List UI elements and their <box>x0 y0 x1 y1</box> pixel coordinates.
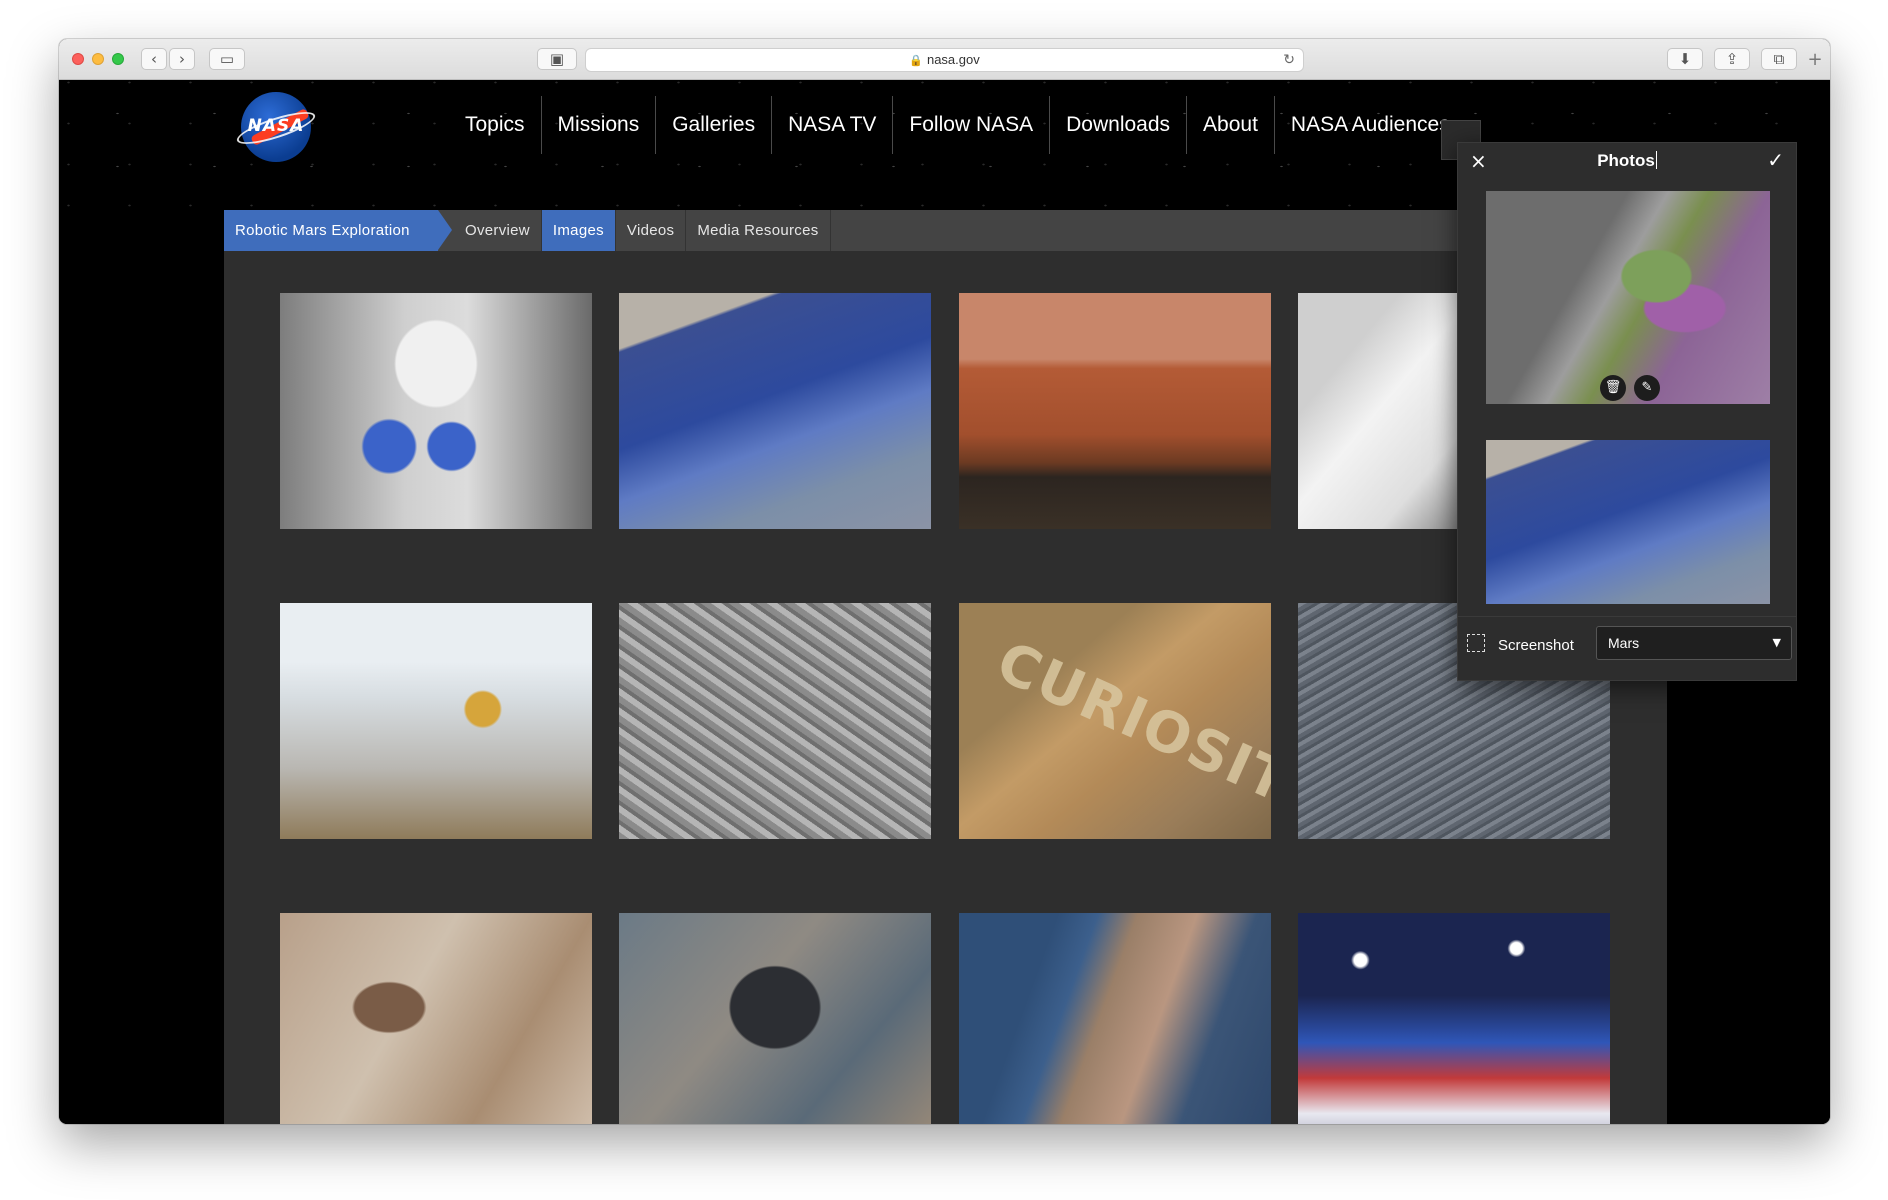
nav-nasa-tv[interactable]: NASA TV <box>772 96 894 154</box>
share-icon: ⇪ <box>1725 50 1739 68</box>
chevron-right-icon: › <box>179 50 185 68</box>
reload-icon[interactable]: ↻ <box>1283 49 1295 71</box>
caret-down-icon: ▼ <box>1772 636 1781 649</box>
image-gallery: CURIOSITY <box>224 251 1667 1124</box>
trash-icon[interactable]: 🗑 <box>1600 375 1626 401</box>
back-button[interactable]: ‹ <box>141 48 167 70</box>
photos-panel: × Photos ✓ 🗑 ✎ Screenshot Mars ▼ <box>1457 142 1797 681</box>
sidebar-toggle-button[interactable]: ▭ <box>209 48 245 70</box>
tabs-icon: ⧉ <box>1773 50 1785 68</box>
gallery-image-blue-crater-rim[interactable] <box>619 293 931 529</box>
plus-icon: + <box>1807 49 1823 70</box>
checkmark-icon[interactable]: ✓ <box>1767 148 1784 172</box>
captured-photo-2[interactable] <box>1486 440 1770 604</box>
screenshot-crop-icon[interactable] <box>1467 634 1485 652</box>
gallery-image-dark-dunes[interactable] <box>619 913 931 1124</box>
photo-actions: 🗑 ✎ <box>1600 375 1660 401</box>
logo-wordmark: NASA <box>247 116 305 136</box>
tab-overview[interactable]: Overview <box>454 210 542 251</box>
maximize-window-button[interactable] <box>112 53 124 65</box>
gallery-image-eroded-terrain[interactable] <box>280 913 592 1124</box>
tabs-button[interactable]: ⧉ <box>1761 48 1797 70</box>
gallery-image-cleanroom-spacecraft[interactable] <box>280 293 592 529</box>
nav-galleries[interactable]: Galleries <box>656 96 773 154</box>
address-bar[interactable]: 🔒 nasa.gov ↻ <box>585 48 1304 72</box>
pencil-icon[interactable]: ✎ <box>1634 375 1660 401</box>
close-window-button[interactable] <box>72 53 84 65</box>
chevron-left-icon: ‹ <box>151 50 157 68</box>
section-breadcrumb[interactable]: Robotic Mars Exploration <box>224 210 452 251</box>
browser-window: ‹ › ▭ ▣ 🔒 nasa.gov ↻ ⬇ ⇪ ⧉ + NASA Topics … <box>59 39 1830 1124</box>
captured-photo-1[interactable]: 🗑 ✎ <box>1486 191 1770 404</box>
sidebar-icon: ▭ <box>219 50 235 68</box>
sub-navigation: Robotic Mars Exploration Overview Images… <box>224 210 1667 251</box>
album-select-value: Mars <box>1608 635 1640 651</box>
reader-button[interactable]: ▣ <box>537 48 577 70</box>
nav-downloads[interactable]: Downloads <box>1050 96 1188 154</box>
url-text: nasa.gov <box>926 52 980 67</box>
curiosity-plate-text: CURIOSITY <box>987 629 1271 834</box>
reader-icon: ▣ <box>549 50 565 68</box>
gallery-image-mars-surface-solar-panel[interactable] <box>959 293 1271 529</box>
gallery-image-rover-assembly[interactable] <box>280 603 592 839</box>
minimize-window-button[interactable] <box>92 53 104 65</box>
nav-missions[interactable]: Missions <box>542 96 657 154</box>
nav-topics[interactable]: Topics <box>449 96 542 154</box>
nasa-logo[interactable]: NASA <box>233 92 319 162</box>
download-icon: ⬇ <box>1678 50 1692 68</box>
photos-title-input[interactable]: Photos <box>1458 151 1796 171</box>
nav-follow-nasa[interactable]: Follow NASA <box>893 96 1051 154</box>
gallery-image-nasdaq-event[interactable] <box>1298 913 1610 1124</box>
webpage: NASA Topics Missions Galleries NASA TV F… <box>59 80 1830 1124</box>
gallery-image-curiosity-wheel-rock[interactable]: CURIOSITY <box>959 603 1271 839</box>
nav-about[interactable]: About <box>1187 96 1275 154</box>
screenshot-label[interactable]: Screenshot <box>1498 637 1574 654</box>
gallery-image-blue-channel[interactable] <box>959 913 1271 1124</box>
lock-icon: 🔒 <box>909 55 923 67</box>
gallery-image-dune-field[interactable] <box>619 603 931 839</box>
main-nav: Topics Missions Galleries NASA TV Follow… <box>449 95 1466 155</box>
new-tab-button[interactable]: + <box>1804 50 1826 72</box>
album-select[interactable]: Mars ▼ <box>1596 626 1792 660</box>
browser-toolbar: ‹ › ▭ ▣ 🔒 nasa.gov ↻ ⬇ ⇪ ⧉ + <box>59 39 1830 80</box>
download-button[interactable]: ⬇ <box>1667 48 1703 70</box>
photos-panel-footer: Screenshot Mars ▼ <box>1458 616 1796 680</box>
forward-button[interactable]: › <box>169 48 195 70</box>
photos-panel-header: × Photos ✓ <box>1458 143 1796 181</box>
nav-nasa-audiences[interactable]: NASA Audiences <box>1275 96 1466 154</box>
tab-videos[interactable]: Videos <box>616 210 687 251</box>
tab-media-resources[interactable]: Media Resources <box>686 210 831 251</box>
section-tabs: Overview Images Videos Media Resources <box>454 210 831 251</box>
share-button[interactable]: ⇪ <box>1714 48 1750 70</box>
tab-images[interactable]: Images <box>541 210 616 251</box>
